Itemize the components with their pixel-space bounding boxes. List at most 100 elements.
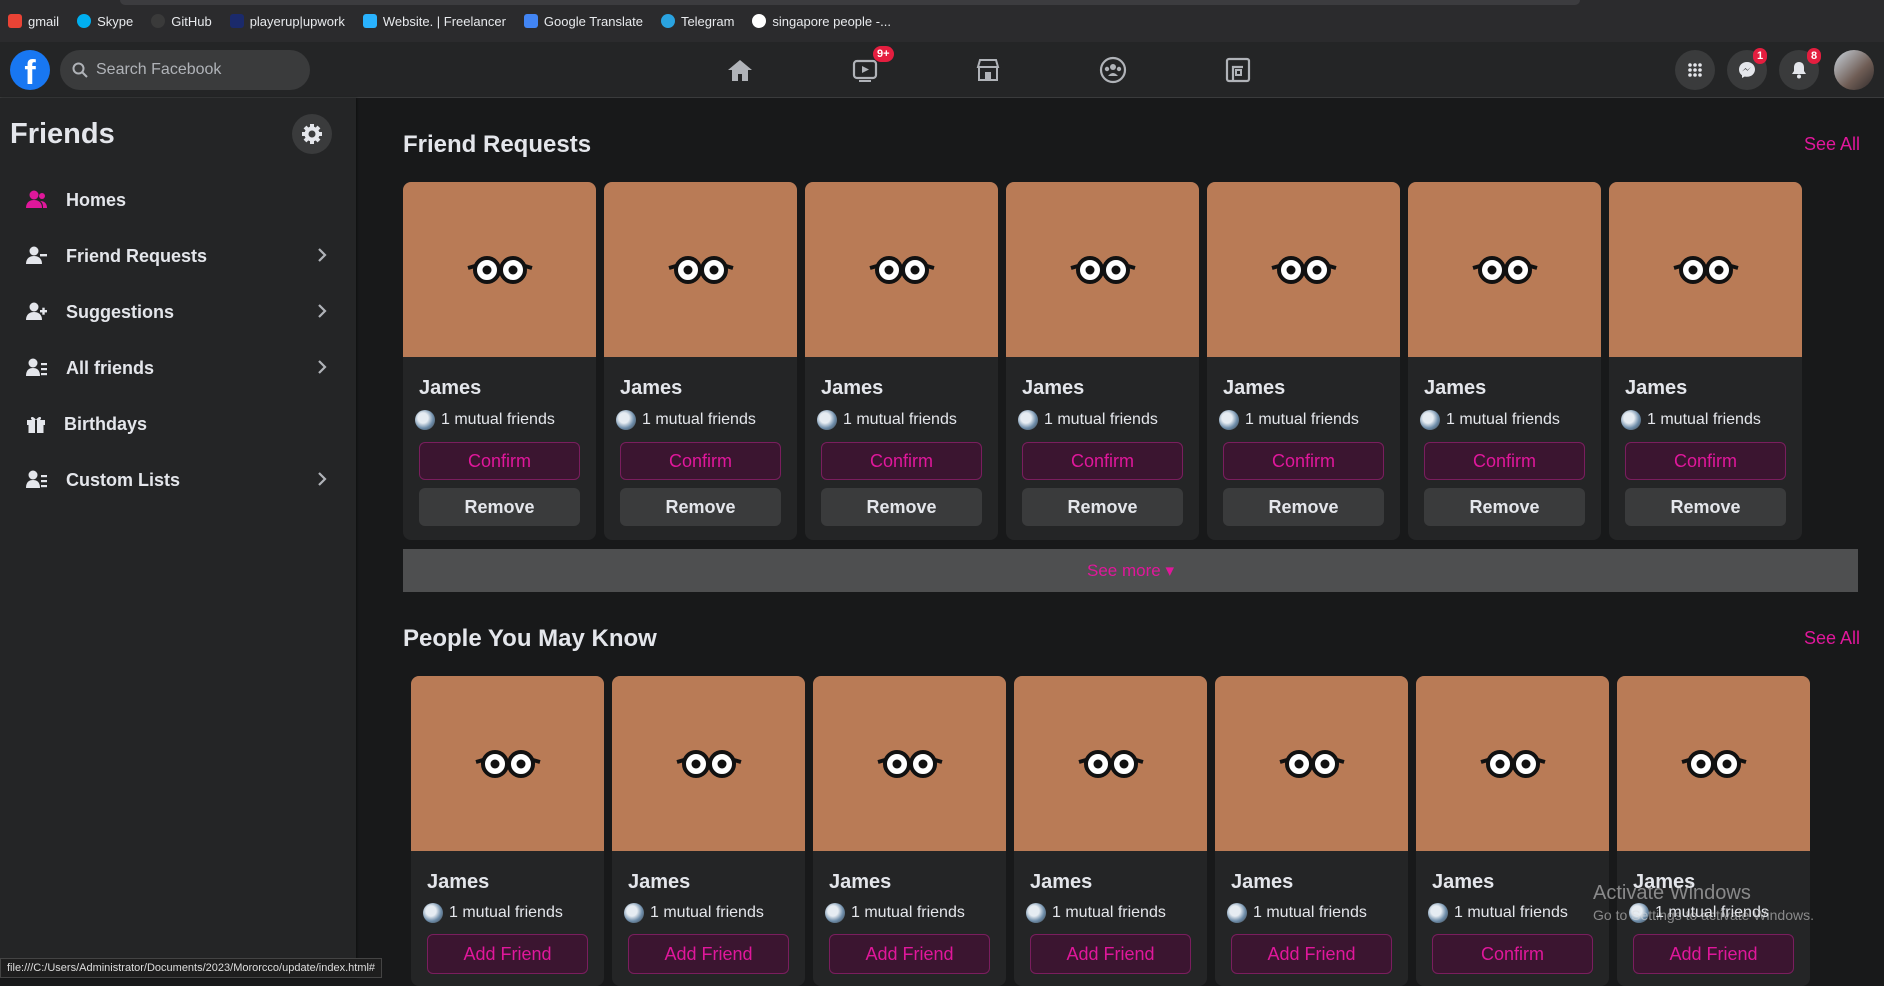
search-box[interactable]: [60, 50, 310, 90]
profile-photo[interactable]: [1609, 182, 1802, 357]
profile-photo[interactable]: [1408, 182, 1601, 357]
messenger-button[interactable]: 1: [1727, 48, 1768, 90]
mutual-friend-avatar: [825, 903, 845, 923]
confirm-button[interactable]: Confirm: [821, 442, 982, 480]
profile-photo[interactable]: [403, 182, 596, 357]
sidebar-item-custom-lists[interactable]: Custom Lists: [8, 454, 338, 506]
nav-gaming[interactable]: [1208, 52, 1268, 88]
mutual-friends-text: 1 mutual friends: [1647, 411, 1761, 428]
mutual-friend-avatar: [423, 903, 443, 923]
remove-button[interactable]: Remove: [821, 488, 982, 526]
add-friend-button[interactable]: Add Friend: [829, 934, 990, 974]
friend-name[interactable]: James: [1625, 377, 1687, 400]
top-navbar: f 9+ 1 8: [0, 42, 1884, 98]
profile-photo[interactable]: [813, 676, 1006, 851]
suggestion-name[interactable]: James: [829, 871, 891, 894]
remove-button[interactable]: Remove: [1223, 488, 1384, 526]
mutual-friends-text: 1 mutual friends: [1245, 411, 1359, 428]
chevron-right-icon: [318, 472, 327, 486]
add-friend-button[interactable]: Add Friend: [427, 934, 588, 974]
sidebar-item-suggestions[interactable]: Suggestions: [8, 286, 338, 338]
profile-photo[interactable]: [1207, 182, 1400, 357]
sidebar-item-label: Birthdays: [64, 413, 148, 434]
translate-icon: [523, 14, 538, 28]
nav-home[interactable]: [710, 52, 770, 88]
friend-request-card: James 1 mutual friends Confirm Remove: [1006, 182, 1199, 540]
add-friend-button[interactable]: Add Friend: [1633, 934, 1794, 974]
bookmark-freelancer[interactable]: Website. | Freelancer: [362, 14, 506, 29]
profile-photo[interactable]: [1006, 182, 1199, 357]
menu-button[interactable]: [1675, 50, 1715, 90]
friend-name[interactable]: James: [821, 377, 883, 400]
friend-requests-see-all-link[interactable]: See All: [1804, 134, 1860, 155]
nav-groups[interactable]: [1083, 52, 1143, 88]
bookmark-singapore-people[interactable]: singapore people -...: [752, 14, 891, 29]
notifications-badge: 8: [1807, 48, 1822, 64]
search-input[interactable]: [96, 61, 286, 79]
mutual-friends-text: 1 mutual friends: [1253, 904, 1367, 921]
confirm-button[interactable]: Confirm: [1022, 442, 1183, 480]
add-friend-button[interactable]: Add Friend: [1231, 934, 1392, 974]
people-you-may-know-see-all-link[interactable]: See All: [1804, 628, 1860, 649]
sidebar-item-homes[interactable]: Homes: [8, 174, 338, 226]
remove-button[interactable]: Remove: [620, 488, 781, 526]
see-more-button[interactable]: See more ▾: [403, 549, 1858, 592]
watermark-title: Activate Windows: [1593, 882, 1751, 904]
glasses-avatar-icon: [868, 255, 935, 284]
bookmark-playerup[interactable]: playerup|upwork: [229, 14, 345, 29]
friend-name[interactable]: James: [1022, 377, 1084, 400]
add-friend-button[interactable]: Confirm: [1432, 934, 1593, 974]
remove-button[interactable]: Remove: [419, 488, 580, 526]
settings-button[interactable]: [292, 114, 332, 154]
sidebar-item-all-friends[interactable]: All friends: [8, 342, 338, 394]
add-friend-button[interactable]: Add Friend: [1030, 934, 1191, 974]
bookmark-github[interactable]: GitHub: [151, 14, 212, 29]
mutual-friend-avatar: [1219, 410, 1239, 430]
bookmark-skype[interactable]: Skype: [77, 14, 133, 29]
remove-button[interactable]: Remove: [1022, 488, 1183, 526]
mutual-friends: 1 mutual friends: [415, 410, 555, 430]
confirm-button[interactable]: Confirm: [1424, 442, 1585, 480]
nav-marketplace[interactable]: [958, 52, 1018, 88]
suggestion-name[interactable]: James: [1432, 871, 1494, 894]
mutual-friend-avatar: [1621, 410, 1641, 430]
bookmark-google-translate[interactable]: Google Translate: [523, 14, 643, 29]
bookmark-telegram[interactable]: Telegram: [660, 14, 734, 29]
mutual-friends: 1 mutual friends: [624, 903, 764, 923]
account-avatar[interactable]: [1834, 50, 1874, 90]
profile-photo[interactable]: [1014, 676, 1207, 851]
bookmark-gmail[interactable]: gmail: [8, 14, 59, 29]
profile-photo[interactable]: [1617, 676, 1810, 851]
nav-watch[interactable]: 9+: [835, 46, 895, 88]
confirm-button[interactable]: Confirm: [419, 442, 580, 480]
profile-photo[interactable]: [805, 182, 998, 357]
friend-name[interactable]: James: [620, 377, 682, 400]
suggestion-name[interactable]: James: [427, 871, 489, 894]
remove-button[interactable]: Remove: [1424, 488, 1585, 526]
notifications-button[interactable]: 8: [1779, 48, 1822, 90]
friend-name[interactable]: James: [419, 377, 481, 400]
suggestion-name[interactable]: James: [628, 871, 690, 894]
mutual-friends-text: 1 mutual friends: [1454, 904, 1568, 921]
profile-photo[interactable]: [604, 182, 797, 357]
home-icon: [728, 60, 752, 81]
confirm-button[interactable]: Confirm: [620, 442, 781, 480]
suggestion-name[interactable]: James: [1231, 871, 1293, 894]
suggestion-name[interactable]: James: [1030, 871, 1092, 894]
remove-button[interactable]: Remove: [1625, 488, 1786, 526]
profile-photo[interactable]: [1416, 676, 1609, 851]
facebook-logo[interactable]: f: [10, 50, 50, 90]
friend-name[interactable]: James: [1424, 377, 1486, 400]
friend-request-card: James 1 mutual friends Confirm Remove: [604, 182, 797, 540]
sidebar-item-birthdays[interactable]: Birthdays: [8, 398, 338, 450]
sidebar-item-label: Friend Requests: [66, 245, 208, 266]
confirm-button[interactable]: Confirm: [1625, 442, 1786, 480]
confirm-button[interactable]: Confirm: [1223, 442, 1384, 480]
profile-photo[interactable]: [411, 676, 604, 851]
profile-photo[interactable]: [612, 676, 805, 851]
profile-photo[interactable]: [1215, 676, 1408, 851]
add-friend-button[interactable]: Add Friend: [628, 934, 789, 974]
sidebar-item-friend-requests[interactable]: Friend Requests: [8, 230, 338, 282]
friend-name[interactable]: James: [1223, 377, 1285, 400]
browser-status-url: file:///C:/Users/Administrator/Documents…: [0, 958, 383, 978]
